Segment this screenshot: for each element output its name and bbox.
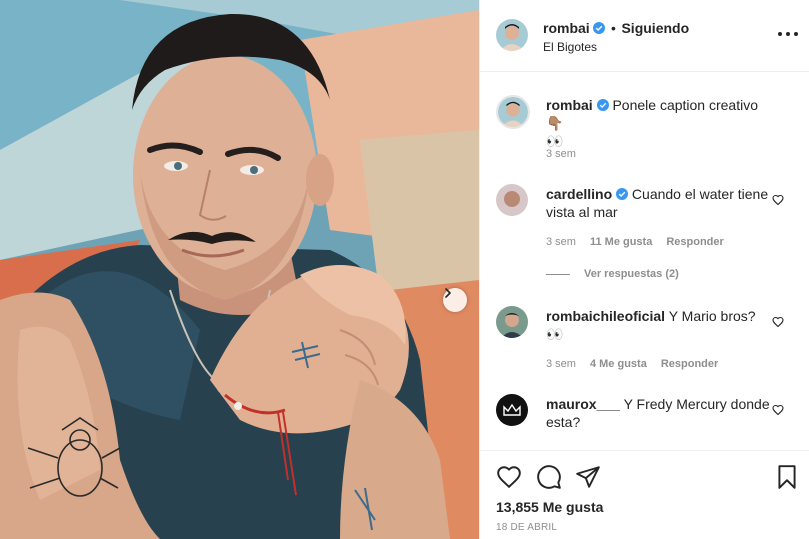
comment-text: cardellino Cuando el water tiene vista a… bbox=[546, 185, 776, 221]
next-photo-button[interactable] bbox=[443, 288, 467, 312]
post-caption: rombai Ponele caption creativo 👇🏽 👀 3 se… bbox=[480, 86, 809, 166]
comment-likes-count[interactable]: 11 Me gusta bbox=[590, 236, 652, 248]
reply-button[interactable]: Responder bbox=[661, 358, 718, 370]
commenter-avatar-image bbox=[496, 306, 528, 338]
author-avatar-image bbox=[496, 19, 528, 51]
reply-button[interactable]: Responder bbox=[666, 236, 723, 248]
post-date[interactable]: 18 DE ABRIL bbox=[496, 522, 557, 533]
comment-timestamp[interactable]: 3 sem bbox=[546, 358, 576, 370]
view-replies-link[interactable]: Ver respuestas (2) bbox=[584, 268, 679, 280]
avatar[interactable] bbox=[496, 306, 528, 338]
crown-logo-avatar-image bbox=[496, 394, 528, 426]
comment-item: cardellino Cuando el water tiene vista a… bbox=[480, 180, 809, 280]
caption-emoji: 👀 bbox=[546, 133, 564, 149]
comment-item: maurox___ Y Fredy Mercury donde esta? bbox=[480, 390, 809, 446]
more-options-icon[interactable] bbox=[778, 30, 798, 38]
caption-username[interactable]: rombai bbox=[546, 97, 593, 113]
comment-likes-count[interactable]: 4 Me gusta bbox=[590, 358, 647, 370]
comment-like-icon[interactable] bbox=[772, 404, 784, 416]
likes-count[interactable]: 13,855 Me gusta bbox=[496, 499, 603, 515]
post-details-panel: rombai • Siguiendo El Bigotes rombai Pon… bbox=[479, 0, 809, 539]
post-actions: 13,855 Me gusta 18 DE ABRIL bbox=[480, 450, 809, 539]
comment-like-icon[interactable] bbox=[772, 194, 784, 206]
caption-timestamp[interactable]: 3 sem bbox=[546, 148, 576, 160]
comment-item: rombaichileoficial Y Mario bros? 👀 3 sem… bbox=[480, 302, 809, 382]
verified-badge-icon bbox=[616, 188, 629, 200]
separator-dot: • bbox=[610, 20, 616, 36]
following-button[interactable]: Siguiendo bbox=[621, 20, 689, 36]
comment-text: rombaichileoficial Y Mario bros? 👀 bbox=[546, 307, 776, 343]
comment-icon[interactable] bbox=[536, 464, 562, 490]
share-icon[interactable] bbox=[575, 464, 601, 490]
comment-meta: 3 sem 4 Me gusta Responder bbox=[546, 358, 718, 370]
avatar[interactable] bbox=[496, 95, 530, 129]
instagram-post-modal: rombai • Siguiendo El Bigotes rombai Pon… bbox=[0, 0, 809, 539]
comment-meta: 3 sem 11 Me gusta Responder bbox=[546, 236, 724, 248]
comment-username[interactable]: cardellino bbox=[546, 186, 612, 202]
replies-divider bbox=[546, 273, 570, 275]
comment-text: maurox___ Y Fredy Mercury donde esta? bbox=[546, 395, 776, 431]
avatar[interactable] bbox=[496, 19, 528, 51]
author-line: rombai • Siguiendo bbox=[543, 20, 689, 36]
comment-username[interactable]: maurox___ bbox=[546, 396, 620, 412]
comment-body: Y Mario bros? bbox=[668, 308, 756, 324]
comment-emoji: 👀 bbox=[546, 326, 564, 342]
avatar[interactable] bbox=[496, 394, 528, 426]
view-replies-row[interactable]: Ver respuestas (2) bbox=[546, 268, 679, 280]
post-header: rombai • Siguiendo El Bigotes bbox=[480, 0, 809, 72]
verified-badge-icon bbox=[596, 99, 609, 111]
post-photo-illustration bbox=[0, 0, 479, 539]
post-photo bbox=[0, 0, 479, 539]
comment-like-icon[interactable] bbox=[772, 316, 784, 328]
author-username[interactable]: rombai bbox=[543, 20, 590, 36]
caption-meta: 3 sem bbox=[546, 148, 576, 160]
caption-text: rombai Ponele caption creativo 👇🏽 👀 bbox=[546, 96, 776, 150]
comment-timestamp[interactable]: 3 sem bbox=[546, 236, 576, 248]
bookmark-icon[interactable] bbox=[774, 464, 800, 490]
post-location[interactable]: El Bigotes bbox=[543, 40, 597, 54]
commenter-avatar-image bbox=[496, 184, 528, 216]
chevron-right-icon bbox=[445, 288, 451, 298]
verified-badge-icon bbox=[593, 22, 606, 34]
heart-icon[interactable] bbox=[496, 464, 522, 490]
avatar[interactable] bbox=[496, 184, 528, 216]
author-avatar-image bbox=[498, 97, 528, 127]
comment-username[interactable]: rombaichileoficial bbox=[546, 308, 665, 324]
